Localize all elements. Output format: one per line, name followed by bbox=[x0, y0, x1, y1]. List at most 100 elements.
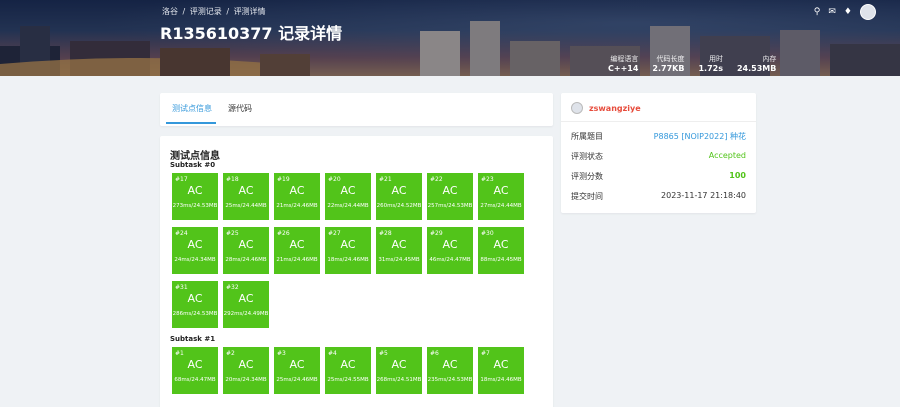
stat-language-value: C++14 bbox=[608, 64, 639, 73]
test-case-id: #28 bbox=[379, 230, 392, 237]
test-case-time-memory: 25ms/24.46MB bbox=[276, 377, 318, 383]
mail-icon[interactable]: ✉ bbox=[828, 7, 836, 17]
test-case-time-memory: 257ms/24.53MB bbox=[427, 203, 473, 209]
test-case-status: AC bbox=[238, 358, 254, 371]
test-case-tile[interactable]: #4 AC 25ms/24.55MB bbox=[325, 347, 371, 394]
test-case-id: #2 bbox=[226, 350, 235, 357]
stat-memory-label: 内存 bbox=[762, 55, 777, 63]
test-case-tile[interactable]: #21 AC 260ms/24.52MB bbox=[376, 173, 422, 220]
test-case-tile[interactable]: #2 AC 20ms/24.34MB bbox=[223, 347, 269, 394]
info-label: 提交时间 bbox=[571, 192, 603, 201]
test-case-tile[interactable]: #22 AC 257ms/24.53MB bbox=[427, 173, 473, 220]
test-case-status: AC bbox=[391, 184, 407, 197]
test-case-status: AC bbox=[238, 184, 254, 197]
test-case-time-memory: 286ms/24.53MB bbox=[172, 311, 218, 317]
username[interactable]: zswangziye bbox=[589, 104, 641, 113]
test-case-time-memory: 46ms/24.47MB bbox=[429, 257, 471, 263]
user-link[interactable]: zswangziye bbox=[571, 102, 641, 114]
test-case-tile[interactable]: #18 AC 25ms/24.44MB bbox=[223, 173, 269, 220]
submission-info-card: zswangziye 所属题目 P8865 [NOIP2022] 种花 评测状态… bbox=[561, 93, 756, 213]
test-case-id: #24 bbox=[175, 230, 188, 237]
breadcrumb: 洛谷 / 评测记录 / 评测详情 bbox=[162, 7, 266, 16]
info-label: 所属题目 bbox=[571, 132, 603, 141]
test-case-status: AC bbox=[442, 238, 458, 251]
test-case-tile[interactable]: #6 AC 235ms/24.53MB bbox=[427, 347, 473, 394]
test-case-id: #3 bbox=[277, 350, 286, 357]
active-tab-indicator bbox=[166, 122, 216, 124]
test-case-time-memory: 268ms/24.51MB bbox=[376, 377, 422, 383]
test-case-tile[interactable]: #27 AC 18ms/24.46MB bbox=[325, 227, 371, 274]
test-case-tile[interactable]: #17 AC 273ms/24.53MB bbox=[172, 173, 218, 220]
test-case-id: #23 bbox=[481, 176, 494, 183]
test-case-time-memory: 21ms/24.46MB bbox=[276, 203, 318, 209]
test-case-time-memory: 24ms/24.34MB bbox=[174, 257, 216, 263]
test-case-time-memory: 18ms/24.46MB bbox=[480, 377, 522, 383]
test-case-tile[interactable]: #5 AC 268ms/24.51MB bbox=[376, 347, 422, 394]
test-case-tile[interactable]: #29 AC 46ms/24.47MB bbox=[427, 227, 473, 274]
header-banner: 洛谷 / 评测记录 / 评测详情 R135610377 记录详情 编程语言 C+… bbox=[0, 0, 900, 76]
subtask-heading: Subtask #1 bbox=[170, 335, 216, 343]
test-case-time-memory: 18ms/24.46MB bbox=[327, 257, 369, 263]
test-case-status: AC bbox=[238, 238, 254, 251]
search-icon[interactable]: ⚲ bbox=[814, 7, 821, 17]
test-case-tile[interactable]: #26 AC 21ms/24.46MB bbox=[274, 227, 320, 274]
test-case-id: #20 bbox=[328, 176, 341, 183]
test-case-status: AC bbox=[289, 238, 305, 251]
test-case-id: #25 bbox=[226, 230, 239, 237]
test-case-id: #30 bbox=[481, 230, 494, 237]
test-case-tile[interactable]: #32 AC 292ms/24.49MB bbox=[223, 281, 269, 328]
test-case-status: AC bbox=[442, 358, 458, 371]
test-case-status: AC bbox=[340, 184, 356, 197]
tab-test-cases[interactable]: 测试点信息 bbox=[172, 103, 212, 114]
test-case-id: #31 bbox=[175, 284, 188, 291]
test-case-status: AC bbox=[187, 184, 203, 197]
test-case-status: AC bbox=[493, 184, 509, 197]
tab-source-code[interactable]: 源代码 bbox=[228, 103, 252, 114]
test-case-id: #21 bbox=[379, 176, 392, 183]
test-case-id: #19 bbox=[277, 176, 290, 183]
test-case-status: AC bbox=[289, 358, 305, 371]
problem-link[interactable]: P8865 [NOIP2022] 种花 bbox=[654, 131, 746, 142]
test-case-time-memory: 292ms/24.49MB bbox=[223, 311, 269, 317]
test-case-id: #18 bbox=[226, 176, 239, 183]
test-case-tile[interactable]: #28 AC 31ms/24.45MB bbox=[376, 227, 422, 274]
test-case-id: #26 bbox=[277, 230, 290, 237]
test-case-tile[interactable]: #25 AC 28ms/24.46MB bbox=[223, 227, 269, 274]
test-case-status: AC bbox=[340, 238, 356, 251]
test-case-time-memory: 273ms/24.53MB bbox=[172, 203, 218, 209]
test-case-tile[interactable]: #1 AC 68ms/24.47MB bbox=[172, 347, 218, 394]
test-case-id: #32 bbox=[226, 284, 239, 291]
test-case-status: AC bbox=[442, 184, 458, 197]
bell-icon[interactable]: ♦ bbox=[844, 7, 852, 17]
tabs-card: 测试点信息 源代码 bbox=[160, 93, 553, 126]
test-case-tile[interactable]: #19 AC 21ms/24.46MB bbox=[274, 173, 320, 220]
test-cases-card: 测试点信息 Subtask #0 #17 AC 273ms/24.53MB #18 AC… bbox=[160, 136, 553, 407]
test-case-tile[interactable]: #31 AC 286ms/24.53MB bbox=[172, 281, 218, 328]
test-cases-title: 测试点信息 bbox=[170, 151, 220, 162]
test-case-tile[interactable]: #7 AC 18ms/24.46MB bbox=[478, 347, 524, 394]
test-case-status: AC bbox=[187, 292, 203, 305]
breadcrumb-records[interactable]: 评测记录 bbox=[190, 7, 222, 16]
avatar[interactable] bbox=[860, 4, 876, 20]
info-row-status: 评测状态 Accepted bbox=[571, 151, 746, 162]
breadcrumb-home[interactable]: 洛谷 bbox=[162, 7, 178, 16]
test-case-time-memory: 235ms/24.53MB bbox=[427, 377, 473, 383]
test-case-tile[interactable]: #3 AC 25ms/24.46MB bbox=[274, 347, 320, 394]
stat-code-length: 代码长度 2.77KB bbox=[652, 54, 684, 73]
stat-language-label: 编程语言 bbox=[610, 55, 639, 63]
info-label: 评测分数 bbox=[571, 172, 603, 181]
stat-code-length-label: 代码长度 bbox=[656, 55, 685, 63]
test-case-id: #29 bbox=[430, 230, 443, 237]
test-case-tile[interactable]: #30 AC 88ms/24.45MB bbox=[478, 227, 524, 274]
status-value: Accepted bbox=[708, 151, 746, 160]
test-case-status: AC bbox=[493, 358, 509, 371]
test-case-time-memory: 20ms/24.34MB bbox=[225, 377, 267, 383]
stat-time: 用时 1.72s bbox=[698, 54, 723, 73]
stat-time-value: 1.72s bbox=[698, 64, 723, 73]
test-case-id: #27 bbox=[328, 230, 341, 237]
test-case-tile[interactable]: #23 AC 27ms/24.44MB bbox=[478, 173, 524, 220]
test-case-tile[interactable]: #24 AC 24ms/24.34MB bbox=[172, 227, 218, 274]
test-case-status: AC bbox=[187, 358, 203, 371]
stat-language: 编程语言 C++14 bbox=[608, 54, 638, 73]
test-case-tile[interactable]: #20 AC 22ms/24.44MB bbox=[325, 173, 371, 220]
